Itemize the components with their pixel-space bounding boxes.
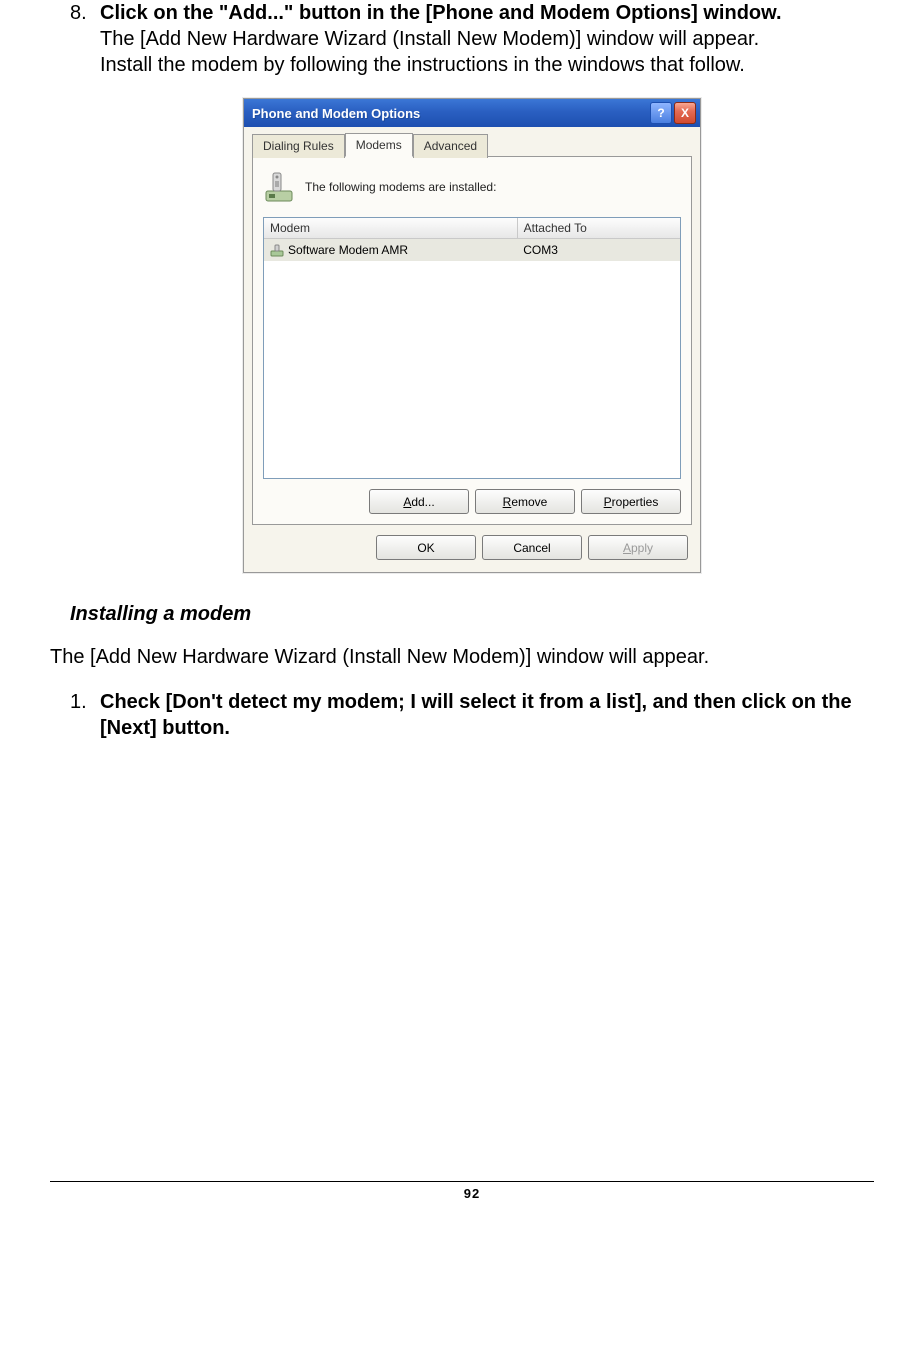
tab-content: The following modems are installed: Mode… <box>252 156 692 525</box>
step-1: 1. Check [Don't detect my modem; I will … <box>70 689 894 741</box>
info-text: The following modems are installed: <box>305 180 496 194</box>
step-8-bold: Click on the "Add..." button in the [Pho… <box>100 2 782 24</box>
tab-advanced[interactable]: Advanced <box>413 134 488 158</box>
row-attached: COM3 <box>517 241 680 259</box>
help-icon: ? <box>657 106 664 120</box>
properties-button[interactable]: Properties <box>581 489 681 514</box>
step-1-number: 1. <box>70 689 100 741</box>
close-icon: X <box>681 106 689 120</box>
help-button[interactable]: ? <box>650 102 672 124</box>
footer-rule <box>50 1181 874 1182</box>
phone-modem-dialog: Phone and Modem Options ? X Dialing Rule… <box>243 98 701 573</box>
step-8-text: Click on the "Add..." button in the [Pho… <box>100 0 894 78</box>
step-8-number: 8. <box>70 0 100 78</box>
list-header: Modem Attached To <box>264 218 680 239</box>
wizard-appear-text: The [Add New Hardware Wizard (Install Ne… <box>50 646 894 669</box>
step-1-text: Check [Don't detect my modem; I will sel… <box>100 689 894 741</box>
step-8-line3: Install the modem by following the instr… <box>100 54 745 76</box>
row-modem-name: Software Modem AMR <box>288 243 408 257</box>
cancel-button[interactable]: Cancel <box>482 535 582 560</box>
remove-button[interactable]: Remove <box>475 489 575 514</box>
ok-button[interactable]: OK <box>376 535 476 560</box>
col-attached-header[interactable]: Attached To <box>518 218 680 238</box>
apply-button[interactable]: Apply <box>588 535 688 560</box>
dialog-tabs: Dialing Rules Modems Advanced <box>252 133 692 157</box>
dialog-title: Phone and Modem Options <box>252 106 648 121</box>
step-8-line2: The [Add New Hardware Wizard (Install Ne… <box>100 28 759 50</box>
add-button[interactable]: Add... <box>369 489 469 514</box>
close-button[interactable]: X <box>674 102 696 124</box>
tab-dialing-rules[interactable]: Dialing Rules <box>252 134 345 158</box>
modem-list: Modem Attached To Software Modem AMR COM… <box>263 217 681 479</box>
tab-modems[interactable]: Modems <box>345 133 413 157</box>
step-8: 8. Click on the "Add..." button in the [… <box>70 0 894 78</box>
col-modem-header[interactable]: Modem <box>264 218 518 238</box>
modem-icon <box>263 169 295 205</box>
subheading-installing-modem: Installing a modem <box>70 603 894 626</box>
page-number: 92 <box>50 1186 894 1201</box>
dialog-titlebar: Phone and Modem Options ? X <box>244 99 700 127</box>
list-item[interactable]: Software Modem AMR COM3 <box>264 239 680 261</box>
modem-row-icon <box>270 243 284 257</box>
